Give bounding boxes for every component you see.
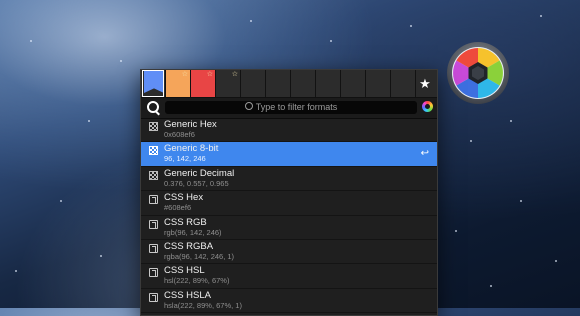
color-picker-app-icon[interactable] <box>445 40 511 106</box>
search-row: Type to filter formats <box>141 98 437 119</box>
bookmark-icon <box>144 70 164 93</box>
format-value: hsl(222, 89%, 67%) <box>164 276 230 286</box>
css-icon <box>149 195 158 205</box>
color-history-bar: ☆ ☆ ☆ <box>141 70 437 98</box>
color-formats-panel: ☆ ☆ ☆ ★ Type to filter formats Generic Hex… <box>140 69 438 316</box>
search-icon <box>244 102 253 110</box>
star-icon[interactable]: ★ <box>413 70 437 97</box>
css-icon <box>149 243 158 253</box>
format-value: hsla(222, 89%, 67%, 1) <box>164 300 242 310</box>
color-swatch[interactable] <box>266 70 291 97</box>
format-name: CSS RGB <box>164 216 207 228</box>
color-swatch[interactable] <box>241 70 266 97</box>
format-row[interactable]: CSS Hex #608ef6 <box>141 191 437 216</box>
color-swatch[interactable]: ☆ <box>191 70 216 97</box>
format-name: CSS HSLA <box>164 289 211 301</box>
filter-placeholder: Type to filter formats <box>255 102 338 112</box>
color-wheel-icon[interactable] <box>422 101 433 112</box>
css-icon <box>149 268 158 278</box>
format-value: 96, 142, 246 <box>164 154 206 164</box>
color-swatch[interactable] <box>366 70 391 97</box>
format-row[interactable]: CSS HSLA hsla(222, 89%, 67%, 1) <box>141 289 437 314</box>
format-value: #608ef6 <box>164 203 192 213</box>
star-icon: ☆ <box>231 71 238 78</box>
css-icon <box>149 292 158 302</box>
format-filter-input[interactable]: Type to filter formats <box>165 101 417 114</box>
grid-icon <box>149 146 158 156</box>
format-list: Generic Hex 0x608ef6 Generic 8-bit 96, 142,… <box>141 118 437 314</box>
color-swatch[interactable] <box>291 70 316 97</box>
star-icon: ☆ <box>181 71 188 78</box>
format-value: rgb(96, 142, 246) <box>164 227 222 237</box>
format-value: 0x608ef6 <box>164 130 195 139</box>
format-row[interactable]: Generic Hex 0x608ef6 <box>141 118 437 143</box>
format-name: Generic Hex <box>164 119 217 130</box>
loupe-icon[interactable] <box>147 101 159 113</box>
grid-icon <box>149 170 158 180</box>
format-value: 0.376, 0.557, 0.965 <box>164 178 229 188</box>
format-name: CSS RGBA <box>164 240 214 252</box>
format-row[interactable]: CSS RGBA rgba(96, 142, 246, 1) <box>141 240 437 265</box>
color-swatch[interactable]: ☆ <box>216 70 241 97</box>
color-swatch[interactable] <box>141 70 166 97</box>
return-key-icon[interactable]: ↩ <box>421 148 429 159</box>
grid-icon <box>149 122 158 131</box>
format-row[interactable]: CSS HSL hsl(222, 89%, 67%) <box>141 264 437 289</box>
format-row[interactable]: Generic 8-bit 96, 142, 246 ↩ <box>141 142 437 167</box>
format-name: Generic 8-bit <box>164 143 219 155</box>
color-swatch[interactable] <box>316 70 341 97</box>
format-name: Generic Decimal <box>164 167 235 179</box>
format-value: rgba(96, 142, 246, 1) <box>164 251 235 261</box>
color-swatch[interactable] <box>341 70 366 97</box>
color-swatch[interactable]: ☆ <box>166 70 191 97</box>
format-row[interactable]: CSS RGB rgb(96, 142, 246) <box>141 216 437 240</box>
format-name: CSS Hex <box>164 192 204 204</box>
css-icon <box>149 219 158 229</box>
format-row[interactable]: Generic Decimal 0.376, 0.557, 0.965 <box>141 167 437 192</box>
format-name: CSS HSL <box>164 265 205 277</box>
star-icon: ☆ <box>206 71 213 78</box>
